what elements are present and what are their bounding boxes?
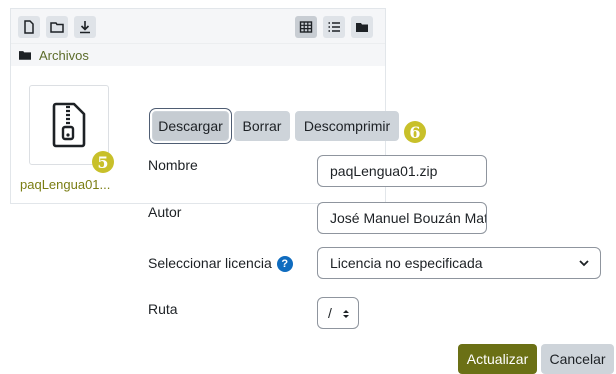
grid-icon xyxy=(299,21,313,33)
view-list-button[interactable] xyxy=(323,16,345,38)
author-input[interactable]: José Manuel Bouzán Mat xyxy=(317,202,487,234)
create-folder-button[interactable] xyxy=(46,16,68,38)
list-icon xyxy=(328,22,340,32)
cancel-button[interactable]: Cancelar xyxy=(541,344,614,374)
help-icon[interactable]: ? xyxy=(276,256,293,273)
file-manager-toolbar xyxy=(11,9,385,43)
folder-outline-icon xyxy=(50,22,64,33)
license-label-text: Seleccionar licencia xyxy=(148,255,272,271)
add-file-button[interactable] xyxy=(18,16,40,38)
author-label: Autor xyxy=(148,204,182,220)
name-input[interactable]: paqLengua01.zip xyxy=(317,155,487,187)
breadcrumb-archivos[interactable]: Archivos xyxy=(39,48,89,63)
breadcrumb: Archivos xyxy=(11,43,385,66)
zip-file-icon xyxy=(52,102,86,148)
path-select[interactable]: / xyxy=(317,297,359,329)
download-button[interactable]: Descargar xyxy=(152,111,229,141)
step-badge-6: 6 xyxy=(404,121,426,143)
sort-arrows-icon xyxy=(343,310,349,318)
delete-button[interactable]: Borrar xyxy=(234,111,290,141)
path-label: Ruta xyxy=(148,301,178,317)
path-selected-value: / xyxy=(328,305,332,321)
folder-icon xyxy=(19,51,31,60)
name-label: Nombre xyxy=(148,157,198,173)
view-tree-button[interactable] xyxy=(351,16,373,38)
update-button[interactable]: Actualizar xyxy=(458,344,537,374)
file-icon xyxy=(24,20,34,34)
license-selected-value: Licencia no especificada xyxy=(330,255,483,271)
file-name-label[interactable]: paqLengua01... xyxy=(20,177,110,192)
unzip-button[interactable]: Descomprimir xyxy=(295,111,399,141)
download-all-button[interactable] xyxy=(74,16,96,38)
license-label: Seleccionar licencia? xyxy=(148,255,293,273)
download-icon xyxy=(80,21,90,34)
view-icons-button[interactable] xyxy=(295,16,317,38)
folder-icon xyxy=(356,23,368,32)
step-badge-5: 5 xyxy=(92,151,114,173)
license-select[interactable]: Licencia no especificada xyxy=(317,247,601,279)
chevron-down-icon xyxy=(579,260,589,267)
